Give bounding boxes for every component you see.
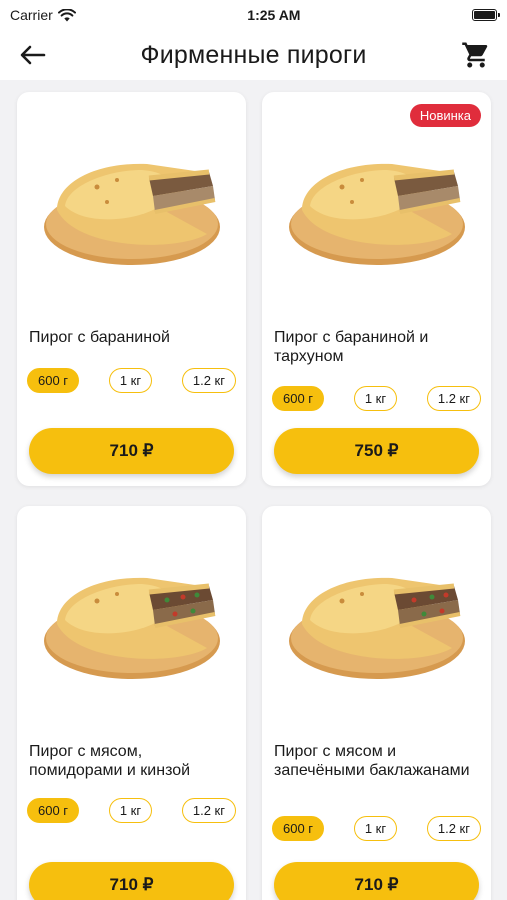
status-left: Carrier	[10, 7, 76, 23]
size-option[interactable]: 1 кг	[353, 386, 398, 411]
pie-illustration	[43, 577, 220, 679]
new-badge: Новинка	[409, 104, 481, 127]
size-option[interactable]: 1.2 кг	[181, 368, 236, 393]
product-grid: Пирог с бараниной 600 г 1 кг 1.2 кг 710 …	[0, 80, 507, 900]
size-option[interactable]: 600 г	[272, 386, 325, 411]
size-option[interactable]: 1 кг	[108, 368, 153, 393]
product-card[interactable]: Пирог с мясом и запечёными баклажанами 6…	[262, 506, 491, 900]
size-option[interactable]: 1.2 кг	[426, 386, 481, 411]
status-bar: Carrier 1:25 AM	[0, 0, 507, 30]
size-selector: 600 г 1 кг 1.2 кг	[272, 816, 481, 841]
page-title: Фирменные пироги	[140, 40, 367, 69]
clock: 1:25 AM	[247, 7, 301, 23]
product-name: Пирог с мясом и запечёными баклажанами	[274, 743, 470, 779]
size-option[interactable]: 1 кг	[108, 798, 153, 823]
cart-icon	[462, 42, 488, 68]
price-button[interactable]: 710 ₽	[29, 428, 234, 474]
back-button[interactable]	[20, 42, 50, 68]
navigation-bar: Фирменные пироги	[0, 30, 507, 80]
product-card[interactable]: Пирог с бараниной 600 г 1 кг 1.2 кг 710 …	[17, 92, 246, 486]
pie-image	[17, 506, 246, 736]
cart-button[interactable]	[461, 40, 491, 70]
product-card[interactable]: Новинка Пирог с бараниной и тархуном 600…	[262, 92, 491, 486]
pie-illustration	[288, 577, 465, 679]
pie-image	[262, 506, 491, 736]
price-button[interactable]: 710 ₽	[274, 862, 479, 900]
size-option[interactable]: 600 г	[27, 368, 80, 393]
size-selector: 600 г 1 кг 1.2 кг	[27, 368, 236, 393]
product-name: Пирог с бараниной и тархуном	[274, 329, 429, 365]
price-button[interactable]: 710 ₽	[29, 862, 234, 900]
product-name: Пирог с бараниной	[29, 329, 170, 346]
size-option[interactable]: 600 г	[27, 798, 80, 823]
product-name: Пирог с мясом, помидорами и кинзой	[29, 743, 191, 779]
status-right	[471, 9, 500, 21]
size-option[interactable]: 1.2 кг	[426, 816, 481, 841]
battery-icon	[471, 9, 500, 21]
size-selector: 600 г 1 кг 1.2 кг	[27, 798, 236, 823]
size-option[interactable]: 1 кг	[353, 816, 398, 841]
size-option[interactable]: 600 г	[272, 816, 325, 841]
arrow-left-icon	[20, 45, 46, 65]
pie-illustration	[43, 163, 220, 265]
pie-image	[17, 92, 246, 322]
product-card[interactable]: Пирог с мясом, помидорами и кинзой 600 г…	[17, 506, 246, 900]
price-button[interactable]: 750 ₽	[274, 428, 479, 474]
size-option[interactable]: 1.2 кг	[181, 798, 236, 823]
pie-illustration	[288, 163, 465, 265]
size-selector: 600 г 1 кг 1.2 кг	[272, 386, 481, 411]
carrier-label: Carrier	[10, 7, 53, 23]
wifi-icon	[57, 8, 76, 21]
